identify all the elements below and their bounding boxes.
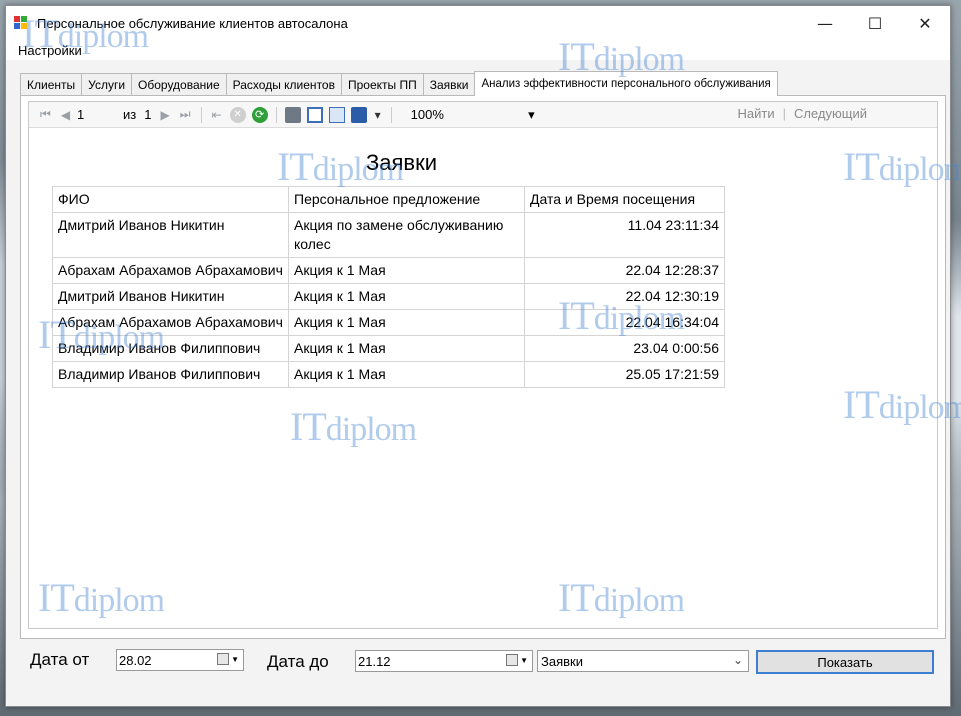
report-type-select[interactable]: Заявки ⌄ xyxy=(537,650,749,672)
table-row: Дмитрий Иванов Никитин Акция к 1 Мая 22.… xyxy=(52,283,725,310)
minimize-button[interactable]: — xyxy=(800,6,850,40)
back-icon[interactable]: ⇤ xyxy=(212,108,222,122)
date-to-label: Дата до xyxy=(267,652,329,671)
column-header: Персональное предложение xyxy=(288,186,525,213)
last-page-icon[interactable]: ⏭ xyxy=(180,107,191,122)
chevron-down-icon: ⌄ xyxy=(732,653,743,667)
toolbar-separator xyxy=(275,106,277,123)
cell-name: Абрахам Абрахамов Абрахамович xyxy=(52,257,289,284)
cell-datetime: 11.04 23:11:34 xyxy=(524,212,725,258)
find-area: Найти | Следующий xyxy=(738,106,867,121)
chevron-down-icon: ▾ xyxy=(528,106,535,122)
table-row: Владимир Иванов Филиппович Акция к 1 Мая… xyxy=(52,335,725,362)
cell-offer: Акция к 1 Мая xyxy=(288,283,525,310)
cell-offer: Акция к 1 Мая xyxy=(288,335,525,362)
cell-datetime: 22.04 12:28:37 xyxy=(524,257,725,284)
find-link[interactable]: Найти xyxy=(738,106,775,121)
report-type-value: Заявки xyxy=(541,653,583,669)
table-row: Владимир Иванов Филиппович Акция к 1 Мая… xyxy=(52,361,725,388)
maximize-button[interactable]: ☐ xyxy=(850,6,900,40)
calendar-icon[interactable]: ▼ xyxy=(217,653,239,665)
cell-offer: Акция к 1 Мая xyxy=(288,257,525,284)
report-viewer: ⏮ ◀ из 1 ▶ ⏭ ⇤ ✕ ⟳ ▾ 100% ▾ xyxy=(28,101,938,629)
table-row: Абрахам Абрахамов Абрахамович Акция к 1 … xyxy=(52,257,725,284)
cell-datetime: 22.04 12:30:19 xyxy=(524,283,725,310)
cell-offer: Акция к 1 Мая xyxy=(288,361,525,388)
table-row: Дмитрий Иванов Никитин Акция по замене о… xyxy=(52,212,725,258)
report-table: ФИО Персональное предложение Дата и Врем… xyxy=(52,186,725,388)
zoom-select[interactable]: 100% ▾ xyxy=(404,104,541,125)
report-title: Заявки xyxy=(366,150,438,175)
cell-datetime: 22.04 16:34:04 xyxy=(524,309,725,336)
date-from-label: Дата от xyxy=(30,650,90,669)
tab-services[interactable]: Услуги xyxy=(81,73,133,96)
calendar-icon[interactable]: ▼ xyxy=(506,654,528,666)
window-controls: — ☐ ✕ xyxy=(800,6,950,40)
print-icon[interactable] xyxy=(284,106,301,123)
date-to-picker[interactable]: 21.12 ▼ xyxy=(355,650,533,672)
cell-name: Абрахам Абрахамов Абрахамович xyxy=(52,309,289,336)
refresh-icon[interactable]: ⟳ xyxy=(251,106,268,123)
export-icon[interactable] xyxy=(350,106,367,123)
tab-strip: Клиенты Услуги Оборудование Расходы клие… xyxy=(20,71,778,96)
tab-efficiency-analysis[interactable]: Анализ эффективности персонального обслу… xyxy=(474,71,778,96)
date-to-value: 21.12 xyxy=(358,653,391,669)
window-title: Персональное обслуживание клиентов автос… xyxy=(37,15,348,31)
prev-page-icon[interactable]: ◀ xyxy=(61,108,70,122)
export-dropdown-icon[interactable]: ▾ xyxy=(375,108,381,122)
title-bar: Персональное обслуживание клиентов автос… xyxy=(6,6,950,40)
tab-equipment[interactable]: Оборудование xyxy=(131,73,227,96)
tab-requests[interactable]: Заявки xyxy=(422,73,476,96)
next-page-icon[interactable]: ▶ xyxy=(161,108,170,122)
tab-client-expenses[interactable]: Расходы клиентов xyxy=(225,73,342,96)
total-pages: 1 xyxy=(144,107,152,122)
cell-name: Владимир Иванов Филиппович xyxy=(52,335,289,362)
menu-settings[interactable]: Настройки xyxy=(18,43,82,58)
find-divider: | xyxy=(782,106,787,121)
show-button[interactable]: Показать xyxy=(756,650,934,674)
cell-offer: Акция к 1 Мая xyxy=(288,309,525,336)
page-number-input[interactable] xyxy=(75,105,120,124)
close-button[interactable]: ✕ xyxy=(900,6,950,40)
menu-bar: Настройки xyxy=(6,40,950,60)
cell-datetime: 23.04 0:00:56 xyxy=(524,335,725,362)
tab-clients[interactable]: Клиенты xyxy=(20,73,83,96)
find-next-link[interactable]: Следующий xyxy=(794,106,867,121)
column-header: Дата и Время посещения xyxy=(524,186,725,213)
column-header: ФИО xyxy=(52,186,289,213)
zoom-value: 100% xyxy=(410,107,444,122)
cell-offer: Акция по замене обслуживанию колес xyxy=(288,212,525,258)
print-layout-icon[interactable] xyxy=(306,106,323,123)
cell-name: Владимир Иванов Филиппович xyxy=(52,361,289,388)
toolbar-separator xyxy=(200,106,202,123)
app-window: Персональное обслуживание клиентов автос… xyxy=(5,5,951,707)
page-setup-icon[interactable] xyxy=(328,106,345,123)
app-icon xyxy=(14,16,28,30)
cell-name: Дмитрий Иванов Никитин xyxy=(52,212,289,258)
table-row: Абрахам Абрахамов Абрахамович Акция к 1 … xyxy=(52,309,725,336)
date-from-picker[interactable]: 28.02 ▼ xyxy=(116,649,244,671)
of-label: из xyxy=(123,107,137,122)
stop-icon[interactable]: ✕ xyxy=(229,106,246,123)
toolbar-separator xyxy=(390,106,392,123)
report-toolbar: ⏮ ◀ из 1 ▶ ⏭ ⇤ ✕ ⟳ ▾ 100% ▾ xyxy=(29,102,937,128)
table-header-row: ФИО Персональное предложение Дата и Врем… xyxy=(52,186,725,213)
first-page-icon[interactable]: ⏮ xyxy=(40,107,51,122)
tab-panel: ⏮ ◀ из 1 ▶ ⏭ ⇤ ✕ ⟳ ▾ 100% ▾ xyxy=(20,95,946,639)
cell-name: Дмитрий Иванов Никитин xyxy=(52,283,289,310)
cell-datetime: 25.05 17:21:59 xyxy=(524,361,725,388)
date-from-value: 28.02 xyxy=(119,652,152,668)
tab-projects[interactable]: Проекты ПП xyxy=(340,73,424,96)
filter-bar: Дата от 28.02 ▼ Дата до 21.12 ▼ Заявки ⌄… xyxy=(6,646,950,686)
